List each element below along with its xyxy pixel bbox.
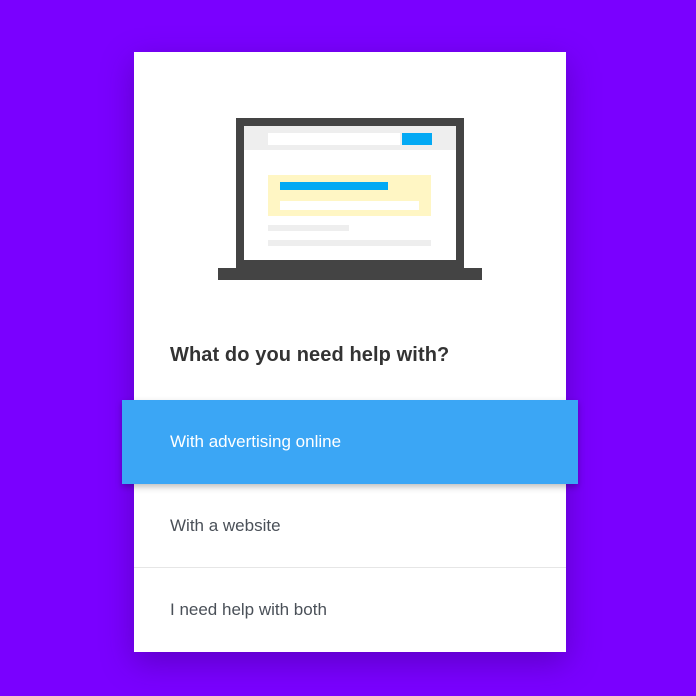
question-heading: What do you need help with? xyxy=(170,344,450,366)
help-card: What do you need help with? With adverti… xyxy=(122,52,578,652)
laptop-icon xyxy=(218,118,482,280)
option-advertising-online[interactable]: With advertising online xyxy=(122,400,578,484)
option-website[interactable]: With a website xyxy=(134,484,566,568)
option-label: With a website xyxy=(170,515,281,535)
option-label: I need help with both xyxy=(170,600,327,619)
laptop-illustration xyxy=(134,52,566,312)
option-label: With advertising online xyxy=(170,432,342,451)
option-both[interactable]: I need help with both xyxy=(134,568,566,652)
